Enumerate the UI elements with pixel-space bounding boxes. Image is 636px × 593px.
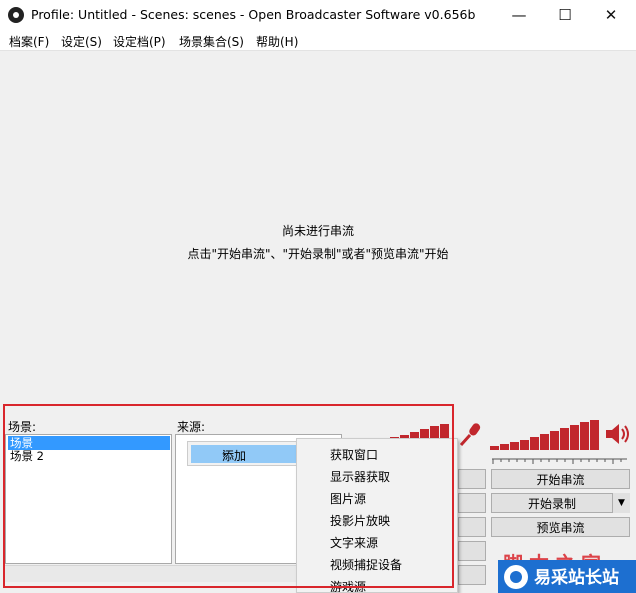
record-dropdown-button[interactable]: ▼ — [612, 493, 630, 513]
start-stream-button[interactable]: 开始串流 — [491, 469, 630, 489]
submenu-item-image-source[interactable]: 图片源 — [330, 490, 366, 507]
title-bar: Profile: Untitled - Scenes: scenes - Ope… — [0, 0, 636, 30]
meter-bar — [510, 442, 519, 450]
plugins-button[interactable] — [458, 541, 486, 561]
microphone-icon[interactable] — [458, 422, 484, 446]
meter-bar — [580, 422, 589, 450]
submenu-item-text-source[interactable]: 文字来源 — [330, 534, 378, 551]
site-logo-icon — [504, 565, 528, 589]
meter-bar — [520, 440, 529, 450]
preview-area: 尚未进行串流 点击"开始串流"、"开始录制"或者"预览串流"开始 — [0, 51, 636, 403]
scene-item[interactable]: 场景 2 — [8, 449, 44, 463]
meter-bar — [570, 425, 579, 450]
exit-button[interactable] — [458, 565, 486, 585]
submenu-item-video-capture[interactable]: 视频捕捉设备 — [330, 556, 402, 573]
volume-ruler — [492, 458, 627, 464]
meter-bar — [500, 444, 509, 450]
menu-help[interactable]: 帮助(H) — [256, 33, 298, 50]
meter-bar — [550, 431, 559, 450]
menu-settings[interactable]: 设定(S) — [61, 33, 102, 50]
maximize-button[interactable]: ☐ — [542, 0, 588, 30]
add-source-submenu: 获取窗口 显示器获取 图片源 投影片放映 文字来源 视频捕捉设备 游戏源 — [296, 438, 458, 593]
sources-context-menu: 添加 › — [187, 441, 297, 466]
submenu-item-window-capture[interactable]: 获取窗口 — [330, 446, 378, 463]
scenes-label: 场景: — [8, 420, 37, 434]
submenu-arrow-icon: › — [222, 447, 227, 461]
meter-bar — [540, 434, 549, 450]
speaker-icon[interactable] — [604, 422, 630, 446]
site-badge-text: 易采站长站 — [534, 568, 619, 588]
menu-file[interactable]: 档案(F) — [9, 33, 49, 50]
close-button[interactable]: ✕ — [588, 0, 634, 30]
menu-profile[interactable]: 设定档(P) — [113, 33, 166, 50]
submenu-item-slideshow[interactable]: 投影片放映 — [330, 512, 390, 529]
submenu-item-game-source[interactable]: 游戏源 — [330, 578, 366, 592]
add-source-menu-item[interactable]: 添加 › — [191, 445, 296, 463]
window-title: Profile: Untitled - Scenes: scenes - Ope… — [31, 7, 476, 22]
start-record-button[interactable]: 开始录制 — [491, 493, 630, 513]
meter-bar — [490, 446, 499, 450]
minimize-button[interactable]: — — [496, 0, 542, 30]
meter-bar — [590, 420, 599, 450]
obs-logo-icon — [8, 7, 24, 23]
start-record-label: 开始录制 — [528, 496, 577, 511]
meter-bar — [560, 428, 569, 450]
global-sources-button[interactable] — [458, 517, 486, 537]
submenu-item-monitor-capture[interactable]: 显示器获取 — [330, 468, 390, 485]
meter-bar — [530, 437, 539, 450]
site-badge: 易采站长站 — [498, 560, 636, 593]
preview-stream-button[interactable]: 预览串流 — [491, 517, 630, 537]
preview-hint: 点击"开始串流"、"开始录制"或者"预览串流"开始 — [187, 247, 449, 261]
scenes-list[interactable]: 场景 场景 2 — [5, 434, 172, 564]
list-scrollbar[interactable] — [5, 565, 342, 582]
menu-scene-collection[interactable]: 场景集合(S) — [179, 33, 244, 50]
preview-status: 尚未进行串流 — [281, 224, 354, 238]
menu-bar: 档案(F) 设定(S) 设定档(P) 场景集合(S) 帮助(H) — [0, 30, 636, 51]
edit-scene-button[interactable] — [458, 493, 486, 513]
settings-button[interactable] — [458, 469, 486, 489]
sources-label: 来源: — [177, 420, 206, 434]
scene-item[interactable]: 场景 — [8, 436, 170, 450]
